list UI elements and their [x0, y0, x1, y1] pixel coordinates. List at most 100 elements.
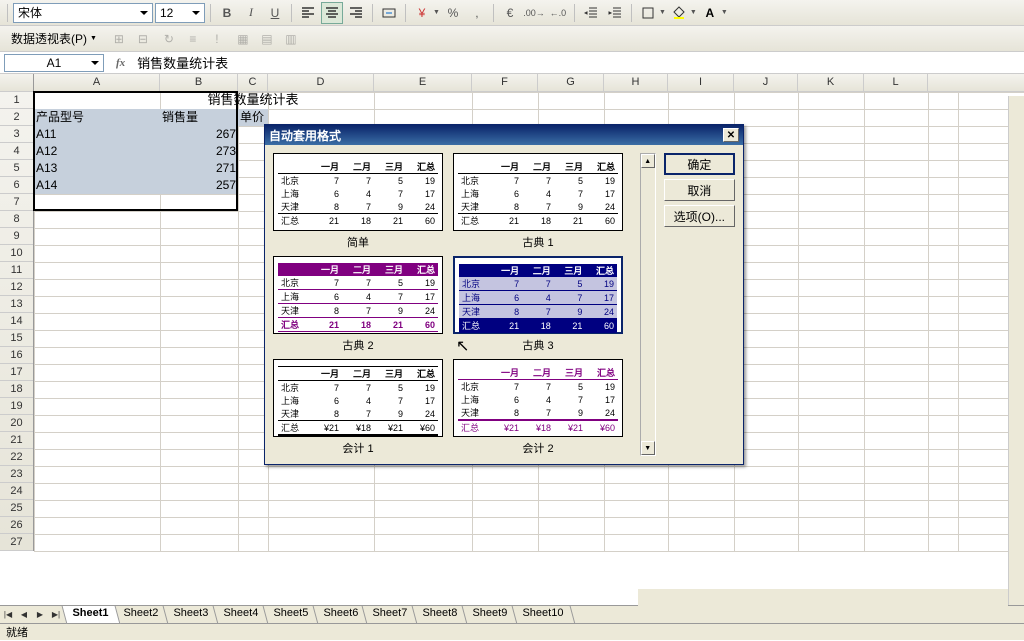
decrease-decimal-button[interactable]: ←.0 — [547, 2, 569, 24]
row-header-8[interactable]: 8 — [0, 211, 33, 228]
horizontal-scrollbar[interactable] — [638, 589, 1008, 606]
cancel-button[interactable]: 取消 — [664, 179, 735, 201]
title-cell[interactable]: 销售数量统计表 — [34, 92, 472, 109]
scroll-up-button[interactable]: ▲ — [641, 154, 655, 168]
pivot-btn-5[interactable]: ! — [206, 28, 228, 50]
cell-A6[interactable]: A14 — [34, 177, 160, 194]
row-header-5[interactable]: 5 — [0, 160, 33, 177]
font-size-select[interactable]: 12 — [155, 3, 205, 23]
row-header-7[interactable]: 7 — [0, 194, 33, 211]
sheet-tab-Sheet1[interactable]: Sheet1 — [62, 606, 121, 624]
sheet-tab-Sheet7[interactable]: Sheet7 — [362, 606, 420, 624]
column-header-A[interactable]: A — [34, 74, 160, 91]
column-header-D[interactable]: D — [268, 74, 374, 91]
fill-color-button[interactable] — [668, 2, 690, 24]
row-header-21[interactable]: 21 — [0, 432, 33, 449]
row-header-15[interactable]: 15 — [0, 330, 33, 347]
row-header-13[interactable]: 13 — [0, 296, 33, 313]
tab-next-button[interactable]: ▶ — [32, 607, 48, 623]
align-right-button[interactable] — [345, 2, 367, 24]
preview-scrollbar[interactable]: ▲ ▼ — [640, 153, 656, 456]
format-preview-2[interactable]: 一月二月三月汇总北京77519上海64717天津87924汇总21182160 — [273, 256, 443, 334]
column-header-B[interactable]: B — [160, 74, 238, 91]
dialog-close-button[interactable]: ✕ — [723, 128, 739, 142]
row-header-1[interactable]: 1 — [0, 92, 33, 109]
column-header-C[interactable]: C — [238, 74, 268, 91]
options-button[interactable]: 选项(O)... — [664, 205, 735, 227]
pivot-btn-1[interactable]: ⊞ — [108, 28, 130, 50]
align-left-button[interactable] — [297, 2, 319, 24]
font-name-select[interactable]: 宋体 — [13, 3, 153, 23]
pivot-btn-7[interactable]: ▤ — [256, 28, 278, 50]
merge-cells-button[interactable] — [378, 2, 400, 24]
format-preview-0[interactable]: 一月二月三月汇总北京77519上海64717天津87924汇总21182160 — [273, 153, 443, 231]
tab-prev-button[interactable]: ◀ — [16, 607, 32, 623]
column-header-F[interactable]: F — [472, 74, 538, 91]
row-header-20[interactable]: 20 — [0, 415, 33, 432]
ok-button[interactable]: 确定 — [664, 153, 735, 175]
row-header-25[interactable]: 25 — [0, 500, 33, 517]
row-header-6[interactable]: 6 — [0, 177, 33, 194]
row-header-18[interactable]: 18 — [0, 381, 33, 398]
pivot-btn-4[interactable]: ≡ — [182, 28, 204, 50]
name-box[interactable]: A1 — [4, 54, 104, 72]
sheet-tab-Sheet3[interactable]: Sheet3 — [163, 606, 221, 624]
column-header-L[interactable]: L — [864, 74, 928, 91]
column-header-E[interactable]: E — [374, 74, 472, 91]
cell-B4[interactable]: 273 — [160, 143, 238, 160]
row-header-3[interactable]: 3 — [0, 126, 33, 143]
cell-A5[interactable]: A13 — [34, 160, 160, 177]
font-color-button[interactable]: A — [699, 2, 721, 24]
row-header-24[interactable]: 24 — [0, 483, 33, 500]
euro-button[interactable]: € — [499, 2, 521, 24]
percent-button[interactable]: % — [442, 2, 464, 24]
row-header-2[interactable]: 2 — [0, 109, 33, 126]
italic-button[interactable]: I — [240, 2, 262, 24]
sheet-tab-Sheet10[interactable]: Sheet10 — [512, 606, 576, 624]
fx-icon[interactable]: fx — [116, 57, 125, 69]
sheet-tab-Sheet2[interactable]: Sheet2 — [113, 606, 171, 624]
vertical-scrollbar[interactable] — [1008, 96, 1024, 605]
row-header-14[interactable]: 14 — [0, 313, 33, 330]
increase-indent-button[interactable] — [604, 2, 626, 24]
column-header-I[interactable]: I — [668, 74, 734, 91]
row-header-22[interactable]: 22 — [0, 449, 33, 466]
pivot-menu-button[interactable]: 数据透视表(P) ▼ — [4, 29, 104, 49]
pivot-btn-3[interactable]: ↻ — [158, 28, 180, 50]
row-header-27[interactable]: 27 — [0, 534, 33, 551]
tab-first-button[interactable]: |◀ — [0, 607, 16, 623]
column-header-K[interactable]: K — [798, 74, 864, 91]
borders-button[interactable] — [637, 2, 659, 24]
sheet-tab-Sheet4[interactable]: Sheet4 — [212, 606, 270, 624]
sheet-tab-Sheet5[interactable]: Sheet5 — [262, 606, 320, 624]
row-header-12[interactable]: 12 — [0, 279, 33, 296]
cell-B5[interactable]: 271 — [160, 160, 238, 177]
cell-B2[interactable]: 销售量 — [160, 109, 238, 126]
pivot-btn-8[interactable]: ▥ — [280, 28, 302, 50]
pivot-btn-6[interactable]: ▦ — [232, 28, 254, 50]
increase-decimal-button[interactable]: .00→ — [523, 2, 545, 24]
cell-A3[interactable]: A11 — [34, 126, 160, 143]
formula-input[interactable] — [133, 54, 1024, 72]
row-header-10[interactable]: 10 — [0, 245, 33, 262]
pivot-btn-2[interactable]: ⊟ — [132, 28, 154, 50]
row-header-26[interactable]: 26 — [0, 517, 33, 534]
sheet-tab-Sheet8[interactable]: Sheet8 — [412, 606, 470, 624]
select-all-corner[interactable] — [0, 74, 34, 91]
row-header-11[interactable]: 11 — [0, 262, 33, 279]
dialog-titlebar[interactable]: 自动套用格式 ✕ — [265, 125, 743, 145]
cell-B3[interactable]: 267 — [160, 126, 238, 143]
format-preview-1[interactable]: 一月二月三月汇总北京77519上海64717天津87924汇总21182160 — [453, 153, 623, 231]
row-header-17[interactable]: 17 — [0, 364, 33, 381]
format-preview-3[interactable]: 一月二月三月汇总北京77519上海64717天津87924汇总21182160 — [453, 256, 623, 334]
comma-button[interactable]: , — [466, 2, 488, 24]
column-header-G[interactable]: G — [538, 74, 604, 91]
row-header-4[interactable]: 4 — [0, 143, 33, 160]
row-header-16[interactable]: 16 — [0, 347, 33, 364]
underline-button[interactable]: U — [264, 2, 286, 24]
currency-button[interactable]: ¥ — [411, 2, 433, 24]
decrease-indent-button[interactable] — [580, 2, 602, 24]
format-preview-4[interactable]: 一月二月三月汇总北京77519上海64717天津87924汇总¥21¥18¥21… — [273, 359, 443, 437]
cell-A2[interactable]: 产品型号 — [34, 109, 160, 126]
sheet-tab-Sheet9[interactable]: Sheet9 — [462, 606, 520, 624]
